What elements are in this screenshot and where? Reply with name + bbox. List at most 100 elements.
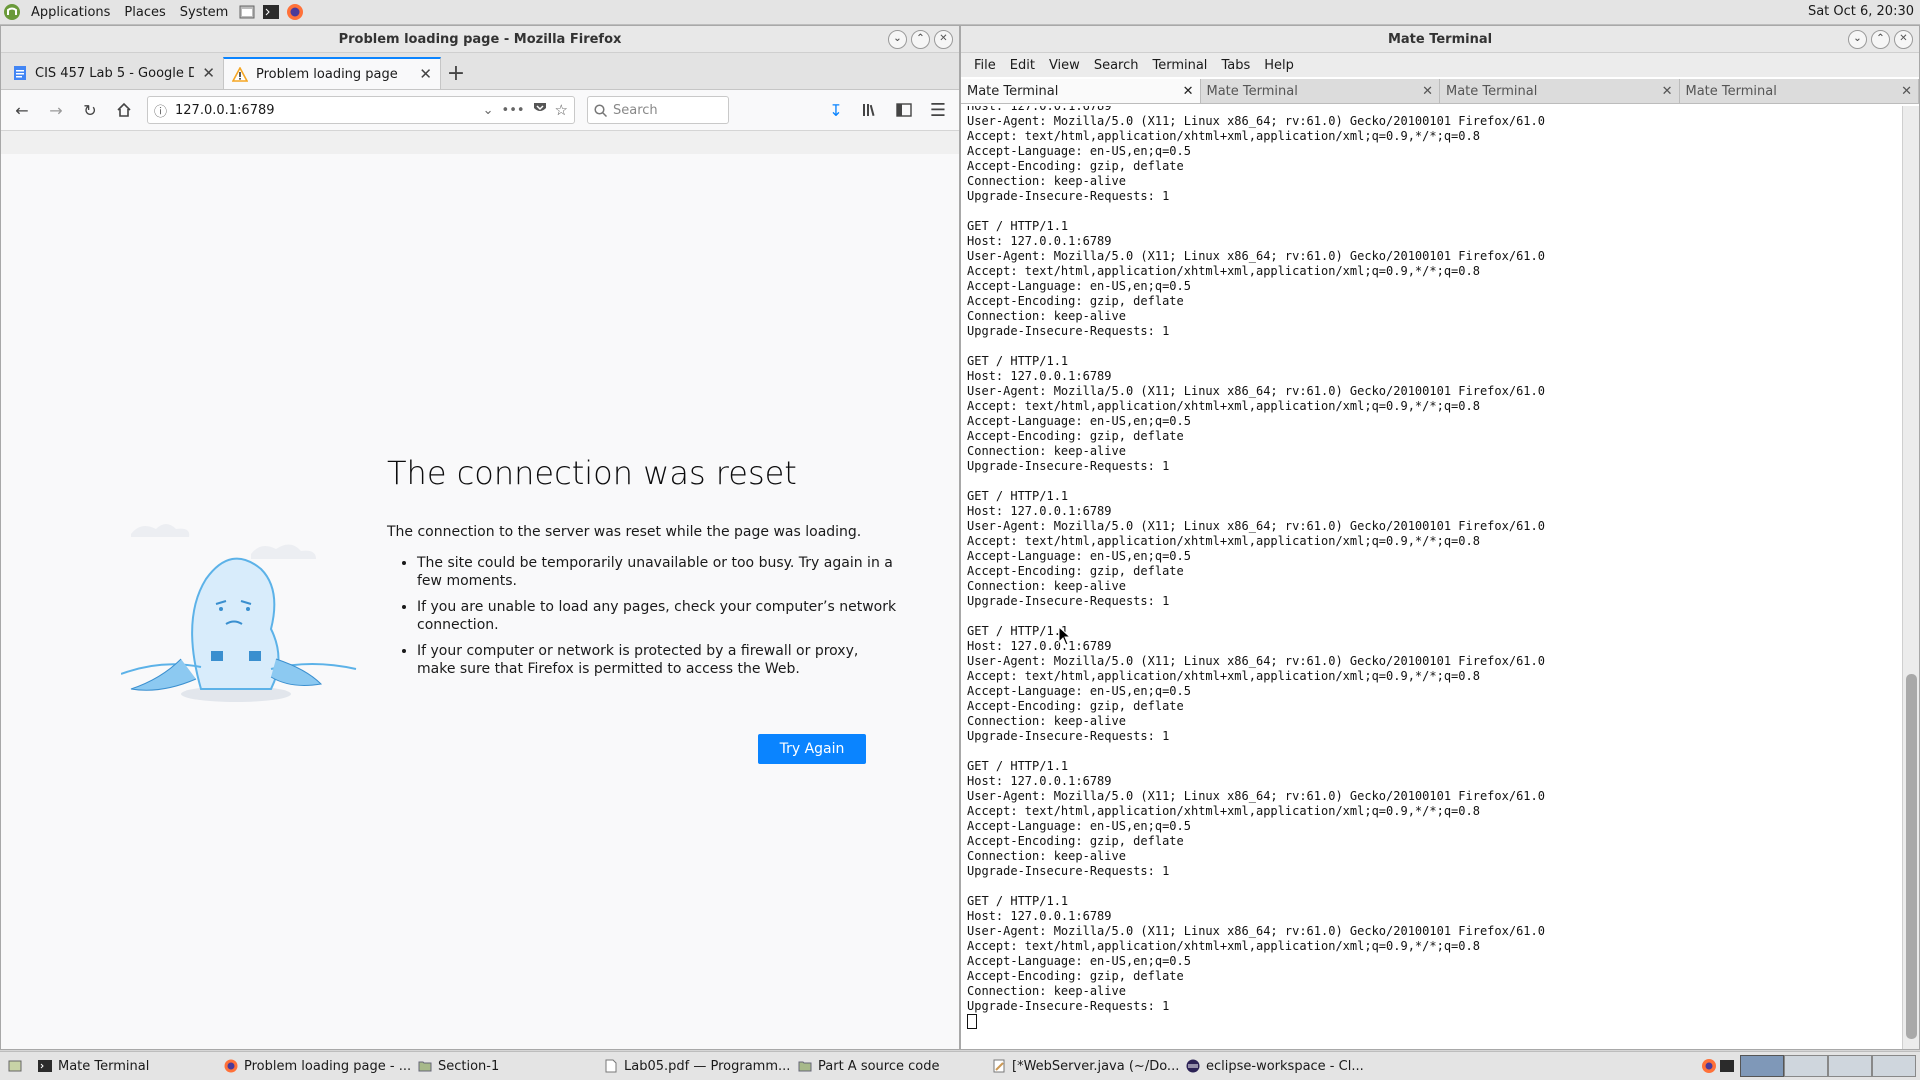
tab-google-doc[interactable]: CIS 457 Lab 5 - Google Doc ✕ — [5, 57, 223, 89]
menu-help[interactable]: Help — [1257, 58, 1301, 73]
library-icon[interactable] — [855, 95, 885, 125]
taskbar-item[interactable]: Part A source code — [790, 1054, 984, 1078]
close-tab-icon[interactable]: ✕ — [1662, 84, 1673, 99]
show-desktop-button[interactable] — [0, 1054, 30, 1078]
terminal-output-area[interactable]: Host: 127.0.0.1:6789 User-Agent: Mozilla… — [961, 106, 1903, 1049]
error-suggestions: The site could be temporarily unavailabl… — [387, 554, 897, 686]
tab-problem-loading[interactable]: Problem loading page ✕ — [223, 57, 441, 89]
scrollbar-thumb[interactable] — [1906, 674, 1917, 1039]
firefox-titlebar[interactable]: Problem loading page - Mozilla Firefox ⌄… — [1, 26, 959, 53]
url-input[interactable]: 127.0.0.1:6789 — [175, 103, 475, 118]
taskbar-item[interactable]: Mate Terminal — [30, 1054, 216, 1078]
reload-icon[interactable]: ↻ — [75, 95, 105, 125]
applications-menu[interactable]: Applications — [24, 5, 117, 20]
error-title: The connection was reset — [387, 454, 797, 492]
sidebar-toggle-icon[interactable] — [889, 95, 919, 125]
pocket-icon[interactable] — [533, 101, 547, 119]
google-docs-icon — [14, 66, 26, 80]
menu-view[interactable]: View — [1042, 58, 1087, 73]
try-again-button[interactable]: Try Again — [758, 734, 866, 764]
new-tab-plus-icon[interactable]: + — [441, 59, 471, 89]
terminal-output: Host: 127.0.0.1:6789 User-Agent: Mozilla… — [967, 106, 1545, 1013]
terminal-tab[interactable]: Mate Terminal ✕ — [1440, 79, 1680, 103]
firefox-tab-strip: CIS 457 Lab 5 - Google Doc ✕ Problem loa… — [1, 53, 959, 90]
firefox-icon — [224, 1059, 238, 1073]
close-tab-icon[interactable]: ✕ — [1901, 84, 1912, 99]
system-menu[interactable]: System — [173, 5, 235, 20]
menu-terminal[interactable]: Terminal — [1145, 58, 1214, 73]
menu-search[interactable]: Search — [1087, 58, 1146, 73]
error-suggestion-item: If you are unable to load any pages, che… — [417, 598, 897, 634]
taskbar-item-label: Mate Terminal — [58, 1058, 150, 1074]
close-tab-icon[interactable]: ✕ — [202, 64, 215, 82]
text-editor-icon — [993, 1059, 1005, 1073]
eclipse-icon — [1186, 1059, 1200, 1073]
menu-tabs[interactable]: Tabs — [1214, 58, 1257, 73]
terminal-window: Mate Terminal ⌄ ⌃ ✕ File Edit View Searc… — [960, 25, 1920, 1050]
menu-edit[interactable]: Edit — [1003, 58, 1042, 73]
minimize-icon[interactable]: ⌄ — [888, 30, 907, 49]
terminal-tab[interactable]: Mate Terminal ✕ — [961, 79, 1201, 103]
workspace-4[interactable] — [1872, 1055, 1916, 1077]
terminal-titlebar[interactable]: Mate Terminal ⌄ ⌃ ✕ — [961, 26, 1919, 53]
error-description: The connection to the server was reset w… — [387, 524, 862, 540]
search-icon — [594, 103, 607, 117]
terminal-tray-icon[interactable] — [1718, 1057, 1736, 1075]
home-icon[interactable] — [109, 95, 139, 125]
download-icon[interactable]: ↧ — [821, 95, 851, 125]
taskbar-item[interactable]: eclipse-workspace - Cl... — [1178, 1054, 1372, 1078]
mate-logo-icon[interactable] — [3, 3, 21, 21]
back-arrow-icon[interactable]: ← — [7, 95, 37, 125]
tab-label: CIS 457 Lab 5 - Google Doc — [35, 65, 194, 81]
terminal-tab-strip: Mate Terminal ✕ Mate Terminal ✕ Mate Termi… — [961, 79, 1919, 104]
terminal-tab-label: Mate Terminal — [1685, 83, 1777, 99]
minimize-icon[interactable]: ⌄ — [1848, 30, 1867, 49]
maximize-icon[interactable]: ⌃ — [1871, 30, 1890, 49]
url-dropdown-chevron-icon[interactable]: ⌄ — [483, 103, 494, 118]
error-suggestion-item: If your computer or network is protected… — [417, 642, 897, 678]
bookmark-star-icon[interactable]: ☆ — [555, 101, 568, 119]
close-icon[interactable]: ✕ — [1894, 30, 1913, 49]
error-page: The connection was reset The connection … — [1, 154, 959, 1049]
url-bar[interactable]: ⓘ 127.0.0.1:6789 ⌄ ••• ☆ — [147, 96, 575, 124]
maximize-icon[interactable]: ⌃ — [911, 30, 930, 49]
workspace-1[interactable] — [1740, 1055, 1784, 1077]
clock[interactable]: Sat Oct 6, 20:30 — [1808, 4, 1914, 19]
taskbar-item-label: Section-1 — [438, 1058, 500, 1074]
file-manager-launcher-icon[interactable] — [238, 3, 256, 21]
menu-file[interactable]: File — [967, 58, 1003, 73]
forward-arrow-icon[interactable]: → — [41, 95, 71, 125]
terminal-tab[interactable]: Mate Terminal ✕ — [1201, 79, 1440, 103]
hamburger-menu-icon[interactable]: ☰ — [923, 95, 953, 125]
terminal-cursor — [967, 1014, 977, 1029]
taskbar-item[interactable]: Problem loading page - ... — [216, 1054, 410, 1078]
document-icon — [605, 1059, 617, 1073]
workspace-switcher[interactable] — [1692, 1054, 1920, 1078]
workspace-2[interactable] — [1784, 1055, 1828, 1077]
places-menu[interactable]: Places — [117, 5, 172, 20]
disconnected-dinosaur-illustration — [121, 524, 357, 702]
taskbar-item-label: Problem loading page - ... — [244, 1058, 410, 1074]
taskbar-item[interactable]: [*WebServer.java (~/Do... — [984, 1054, 1178, 1078]
terminal-scrollbar[interactable] — [1902, 106, 1919, 1049]
firefox-launcher-icon[interactable] — [286, 3, 304, 21]
tab-label: Problem loading page — [256, 66, 398, 82]
firefox-window-title: Problem loading page - Mozilla Firefox — [338, 31, 622, 47]
taskbar-item[interactable]: Section-1 — [410, 1054, 596, 1078]
workspace-3[interactable] — [1828, 1055, 1872, 1077]
taskbar-item[interactable]: Lab05.pdf — Programm... — [596, 1054, 790, 1078]
close-tab-icon[interactable]: ✕ — [419, 65, 432, 83]
close-tab-icon[interactable]: ✕ — [1183, 84, 1194, 99]
terminal-launcher-icon[interactable] — [262, 3, 280, 21]
warning-icon — [232, 66, 248, 82]
close-icon[interactable]: ✕ — [934, 30, 953, 49]
search-input[interactable]: Search — [613, 103, 658, 118]
terminal-tab[interactable]: Mate Terminal ✕ — [1680, 79, 1919, 103]
page-actions-icon[interactable]: ••• — [502, 103, 525, 118]
taskbar-item-label: [*WebServer.java (~/Do... — [1012, 1058, 1178, 1074]
close-tab-icon[interactable]: ✕ — [1422, 84, 1433, 99]
firefox-tray-icon[interactable] — [1700, 1057, 1718, 1075]
search-bar[interactable]: Search — [587, 96, 729, 124]
info-icon[interactable]: ⓘ — [154, 101, 167, 120]
folder-icon — [798, 1061, 812, 1072]
